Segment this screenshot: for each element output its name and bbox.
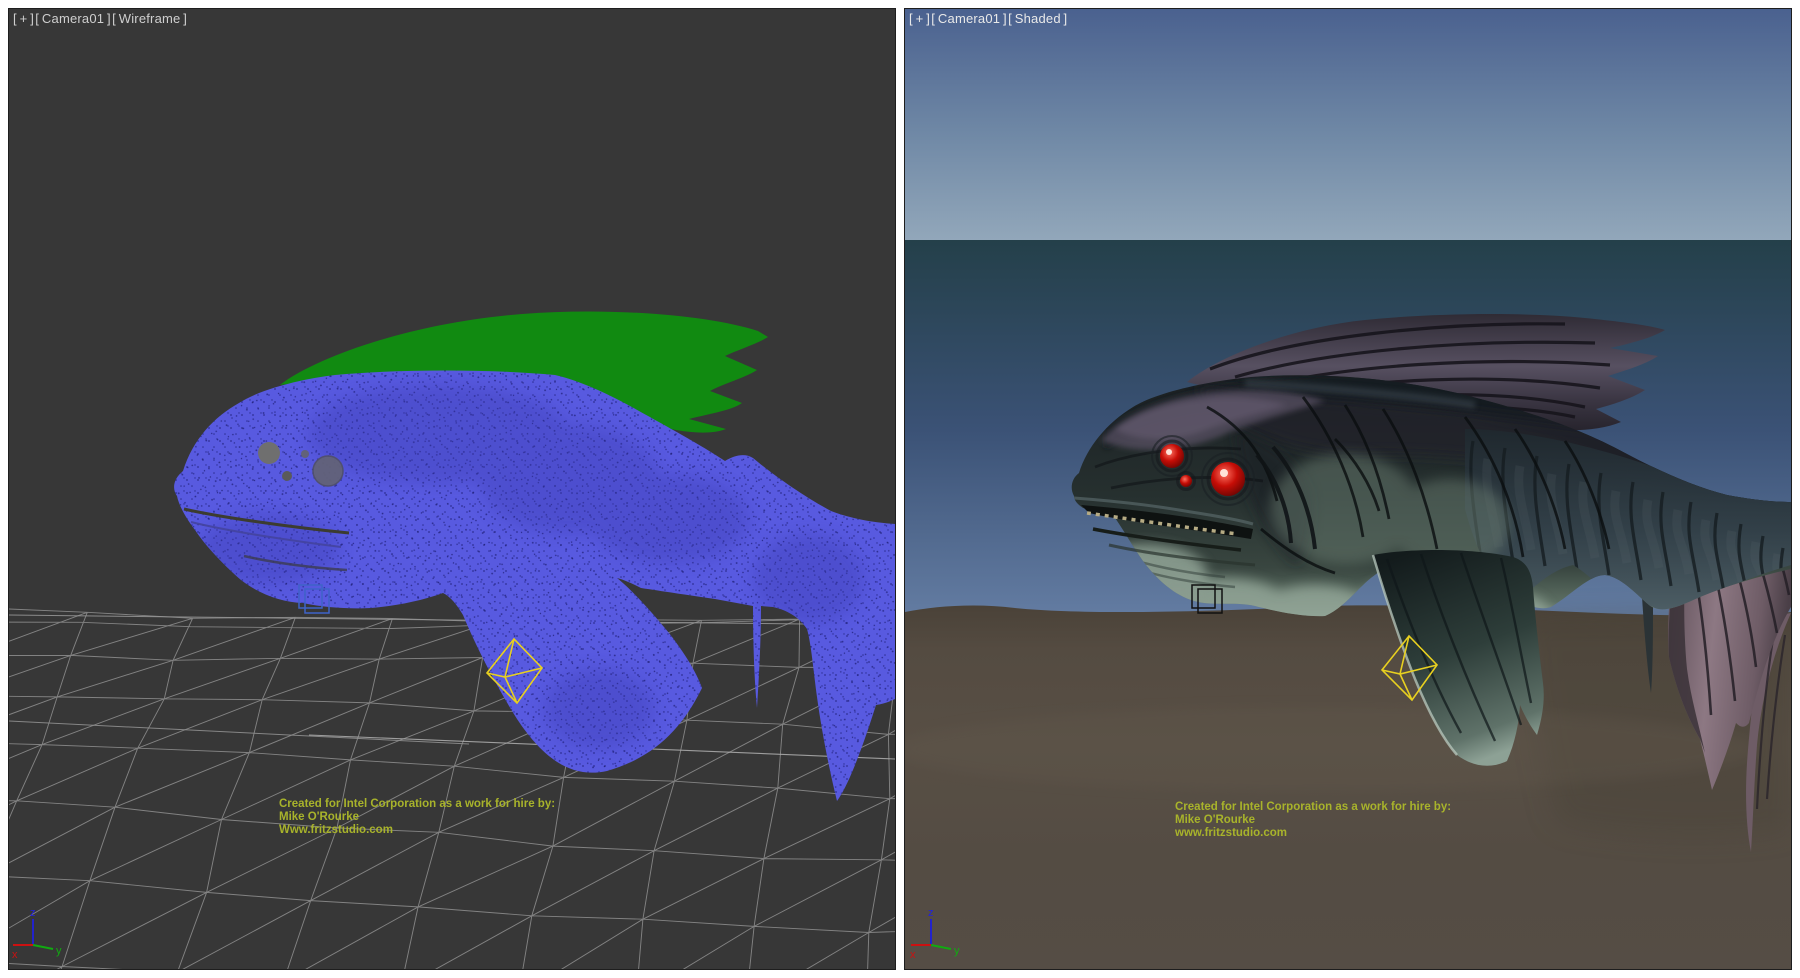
svg-text:Www.fritzstudio.com: Www.fritzstudio.com: [279, 824, 393, 836]
svg-text:x: x: [910, 949, 916, 961]
svg-text:y: y: [56, 945, 62, 957]
svg-text:Created for Intel Corporation: Created for Intel Corporation as a work …: [1175, 801, 1451, 813]
svg-text:Mike O'Rourke: Mike O'Rourke: [1175, 814, 1255, 826]
svg-text:z: z: [928, 907, 934, 919]
svg-text:Mike O'Rourke: Mike O'Rourke: [279, 811, 359, 823]
svg-text:Created for Intel Corporation: Created for Intel Corporation as a work …: [279, 798, 555, 810]
svg-text:y: y: [954, 945, 960, 957]
svg-text:www.fritzstudio.com: www.fritzstudio.com: [1174, 827, 1287, 839]
svg-text:x: x: [12, 949, 18, 961]
svg-text:z: z: [30, 907, 36, 919]
